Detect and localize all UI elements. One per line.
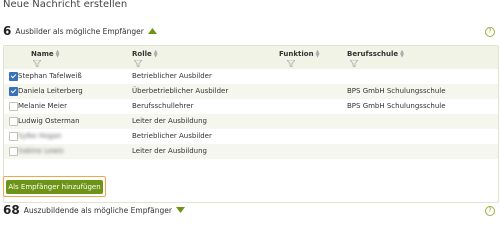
apprentices-count: 68 <box>3 203 20 217</box>
row-name: Melanie Meier <box>18 102 67 110</box>
row-role: Leiter der Ausbildung <box>132 117 208 125</box>
column-header-role[interactable]: Rolle ▲ ▼ <box>132 50 158 59</box>
help-icon[interactable]: ? <box>485 27 495 37</box>
row-checkbox[interactable] <box>9 72 18 81</box>
row-role: Leiter der Ausbildung <box>132 147 208 155</box>
sort-icon[interactable]: ▲ ▼ <box>154 50 158 59</box>
filter-icon[interactable] <box>350 60 358 67</box>
row-checkbox[interactable] <box>9 132 18 141</box>
apprentices-section-label: Auszubildende als mögliche Empfänger <box>23 205 172 215</box>
sort-icon[interactable]: ▲ ▼ <box>400 50 404 59</box>
table-row[interactable]: Ludwig Osterman Leiter der Ausbildung <box>4 114 498 129</box>
row-name: Sabine Lewis <box>18 147 64 155</box>
page-title: Neue Nachricht erstellen <box>3 0 128 10</box>
row-school: BPS GmbH Schulungsschule <box>347 87 446 95</box>
row-role: Betrieblicher Ausbilder <box>132 72 212 80</box>
row-checkbox[interactable] <box>9 117 18 126</box>
trainers-section-label: Ausbilder als mögliche Empfänger <box>15 26 144 36</box>
column-header-name[interactable]: Name ▲ ▼ <box>31 50 60 59</box>
table-row[interactable]: Melanie Meier Berufsschullehrer BPS GmbH… <box>4 99 498 114</box>
help-icon[interactable]: ? <box>485 206 495 216</box>
column-header-function[interactable]: Funktion ▲ ▼ <box>279 50 320 59</box>
row-checkbox[interactable] <box>9 87 18 96</box>
filter-icon[interactable] <box>134 60 142 67</box>
row-role: Betrieblicher Ausbilder <box>132 132 212 140</box>
row-school: BPS GmbH Schulungsschule <box>347 102 446 110</box>
table-row[interactable]: Daniela Leiterberg Überbetrieblicher Aus… <box>4 84 498 99</box>
table-row[interactable]: Sylke Hogan Betrieblicher Ausbilder <box>4 129 498 144</box>
filter-icon[interactable] <box>33 60 41 67</box>
collapse-triangle-up-icon[interactable] <box>147 28 157 34</box>
row-name: Daniela Leiterberg <box>18 87 83 95</box>
row-checkbox[interactable] <box>9 102 18 111</box>
table-header: Name ▲ ▼ Rolle ▲ ▼ Funktion ▲ ▼ Berufsschule ▲ ▼ <box>4 46 498 69</box>
row-name: Stephan Tafelweiß <box>18 72 82 80</box>
sort-icon[interactable]: ▲ ▼ <box>316 50 320 59</box>
row-name: Ludwig Osterman <box>18 117 80 125</box>
table-row[interactable]: Sabine Lewis Leiter der Ausbildung <box>4 144 498 159</box>
add-recipients-button[interactable]: Als Empfänger hinzufügen <box>6 180 103 194</box>
row-role: Überbetrieblicher Ausbilder <box>132 87 229 95</box>
column-header-school[interactable]: Berufsschule ▲ ▼ <box>347 50 404 59</box>
apprentices-section-header[interactable]: 68 Auszubildende als mögliche Empfänger <box>3 203 185 217</box>
row-name: Sylke Hogan <box>18 132 62 140</box>
filter-icon[interactable] <box>287 60 295 67</box>
sort-icon[interactable]: ▲ ▼ <box>56 50 60 59</box>
table-row[interactable]: Stephan Tafelweiß Betrieblicher Ausbilde… <box>4 69 498 84</box>
row-role: Berufsschullehrer <box>132 102 194 110</box>
trainers-section-header[interactable]: 6 Ausbilder als mögliche Empfänger <box>3 24 157 38</box>
expand-triangle-down-icon[interactable] <box>175 207 185 213</box>
trainers-count: 6 <box>3 24 12 38</box>
row-checkbox[interactable] <box>9 147 18 156</box>
